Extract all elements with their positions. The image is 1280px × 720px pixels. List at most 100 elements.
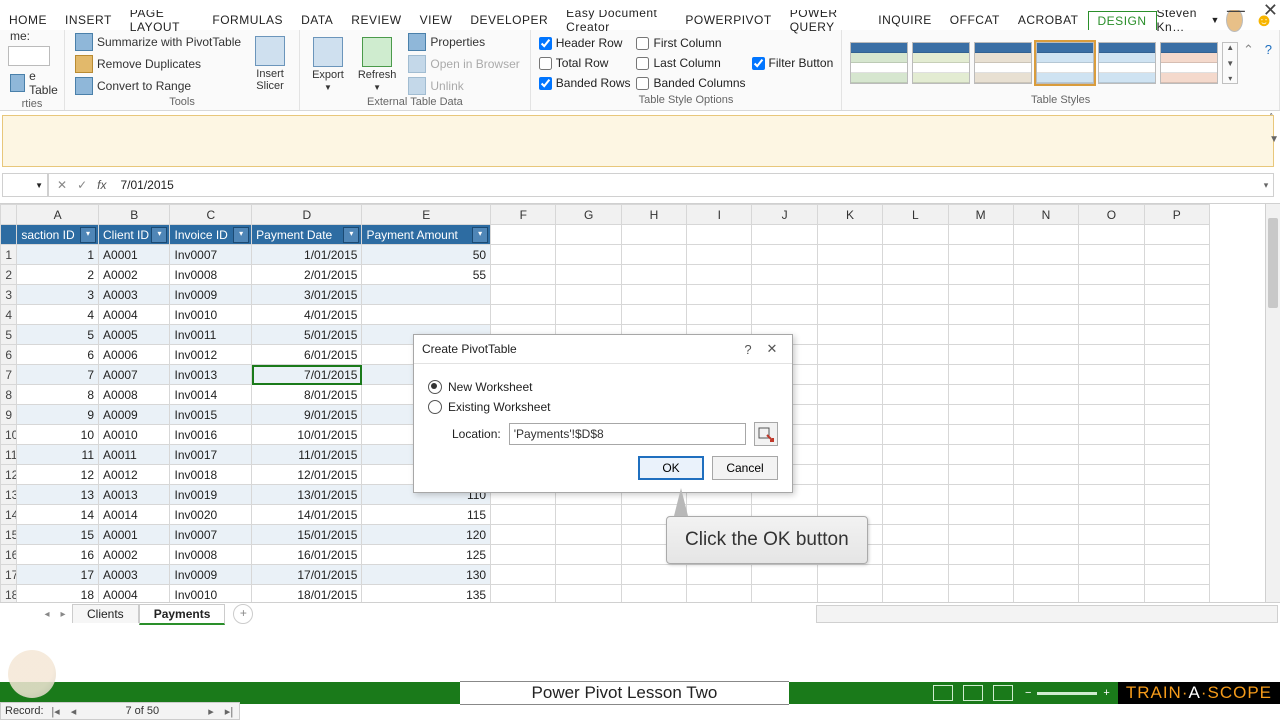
ribbon-tab-powerpivot[interactable]: POWERPIVOT	[676, 11, 780, 29]
column-header[interactable]: H	[621, 205, 686, 225]
cell[interactable]: 15	[17, 525, 99, 545]
column-header[interactable]: E	[362, 205, 491, 225]
cell[interactable]: 7	[17, 365, 99, 385]
cell[interactable]: A0007	[99, 365, 170, 385]
cell[interactable]	[491, 565, 556, 585]
column-header[interactable]: I	[687, 205, 752, 225]
cell[interactable]	[556, 505, 621, 525]
cell[interactable]: 1	[17, 245, 99, 265]
cell[interactable]	[752, 305, 817, 325]
cell[interactable]	[883, 425, 948, 445]
table-header-cell[interactable]: saction ID▾	[17, 225, 99, 245]
cell[interactable]: Inv0020	[170, 505, 252, 525]
cell[interactable]	[362, 285, 491, 305]
filter-dropdown-icon[interactable]: ▾	[472, 227, 488, 243]
cell[interactable]	[752, 245, 817, 265]
cell[interactable]	[883, 285, 948, 305]
column-header[interactable]: F	[491, 205, 556, 225]
cell[interactable]: 55	[362, 265, 491, 285]
table-header-cell[interactable]: Payment Amount▾	[362, 225, 491, 245]
row-header[interactable]: 3	[1, 285, 17, 305]
cell[interactable]	[1013, 365, 1078, 385]
cell[interactable]	[556, 245, 621, 265]
cell[interactable]	[1144, 365, 1209, 385]
ribbon-tab-acrobat[interactable]: ACROBAT	[1009, 11, 1088, 29]
help-icon[interactable]: ?	[1265, 42, 1272, 57]
column-header[interactable]: N	[1013, 205, 1078, 225]
vertical-scrollbar[interactable]	[1265, 204, 1280, 614]
open-in-browser-button[interactable]: Open in Browser	[406, 54, 521, 74]
cell[interactable]: 4	[17, 305, 99, 325]
table-header-cell[interactable]	[752, 225, 817, 245]
cell[interactable]	[1079, 305, 1144, 325]
ribbon-tab-review[interactable]: REVIEW	[342, 11, 410, 29]
cell[interactable]: A0013	[99, 485, 170, 505]
cell[interactable]: A0005	[99, 325, 170, 345]
cell[interactable]: 12	[17, 465, 99, 485]
sheet-nav-next[interactable]: ▸	[56, 609, 70, 620]
cell[interactable]: 13	[17, 485, 99, 505]
cell[interactable]: A0014	[99, 505, 170, 525]
zoom-slider[interactable]: −+	[1025, 687, 1110, 699]
header-row-checkbox[interactable]: Header Row	[539, 36, 631, 50]
cell[interactable]	[883, 265, 948, 285]
cell[interactable]: 2/01/2015	[252, 265, 362, 285]
cell[interactable]	[1013, 385, 1078, 405]
cell[interactable]: A0009	[99, 405, 170, 425]
cell[interactable]	[948, 465, 1013, 485]
cell[interactable]: 17	[17, 565, 99, 585]
table-header-cell[interactable]	[883, 225, 948, 245]
cell[interactable]: 3/01/2015	[252, 285, 362, 305]
cell[interactable]	[817, 305, 882, 325]
row-header[interactable]: 9	[1, 405, 17, 425]
row-header[interactable]: 14	[1, 505, 17, 525]
table-style-swatch[interactable]	[912, 42, 970, 84]
column-header[interactable]: O	[1079, 205, 1144, 225]
total-row-checkbox[interactable]: Total Row	[539, 56, 631, 70]
cell[interactable]: A0003	[99, 565, 170, 585]
row-header[interactable]: 7	[1, 365, 17, 385]
cell[interactable]	[948, 245, 1013, 265]
column-header[interactable]: C	[170, 205, 252, 225]
table-style-swatch[interactable]	[1036, 42, 1094, 84]
cell[interactable]	[491, 505, 556, 525]
cell[interactable]	[687, 265, 752, 285]
row-header[interactable]: 16	[1, 545, 17, 565]
table-styles-gallery[interactable]: ▲▼▾	[850, 42, 1238, 84]
ribbon-tab-home[interactable]: HOME	[0, 11, 56, 29]
cell[interactable]: Inv0019	[170, 485, 252, 505]
cell[interactable]: 14/01/2015	[252, 505, 362, 525]
cell[interactable]	[687, 565, 752, 585]
properties-button[interactable]: Properties	[406, 32, 521, 52]
cell[interactable]	[1013, 485, 1078, 505]
cell[interactable]	[752, 565, 817, 585]
sheet-tab-clients[interactable]: Clients	[72, 604, 139, 623]
horizontal-scrollbar[interactable]	[816, 605, 1278, 623]
cell[interactable]	[948, 445, 1013, 465]
cell[interactable]	[817, 325, 882, 345]
cell[interactable]	[1079, 385, 1144, 405]
cell[interactable]	[948, 545, 1013, 565]
cell[interactable]: 6	[17, 345, 99, 365]
cell[interactable]: Inv0010	[170, 305, 252, 325]
cell[interactable]	[1013, 445, 1078, 465]
cell[interactable]	[1013, 305, 1078, 325]
first-column-checkbox[interactable]: First Column	[636, 36, 745, 50]
name-box[interactable]: ▼	[3, 174, 48, 196]
cell[interactable]: 11	[17, 445, 99, 465]
convert-to-range-button[interactable]: Convert to Range	[73, 76, 243, 96]
enter-entry-icon[interactable]: ✓	[77, 178, 87, 192]
insert-slicer-button[interactable]: Insert Slicer	[249, 34, 291, 94]
cancel-button[interactable]: Cancel	[712, 456, 778, 480]
ribbon-display-options-icon[interactable]: ⌃	[1243, 42, 1254, 57]
existing-worksheet-radio[interactable]: Existing Worksheet	[428, 400, 778, 414]
cell[interactable]: 5/01/2015	[252, 325, 362, 345]
remove-duplicates-button[interactable]: Remove Duplicates	[73, 54, 243, 74]
cell[interactable]	[1144, 545, 1209, 565]
cell[interactable]	[1013, 405, 1078, 425]
cell[interactable]	[883, 245, 948, 265]
cell[interactable]: 12/01/2015	[252, 465, 362, 485]
column-header[interactable]: K	[817, 205, 882, 225]
cell[interactable]	[687, 285, 752, 305]
cell[interactable]	[883, 365, 948, 385]
